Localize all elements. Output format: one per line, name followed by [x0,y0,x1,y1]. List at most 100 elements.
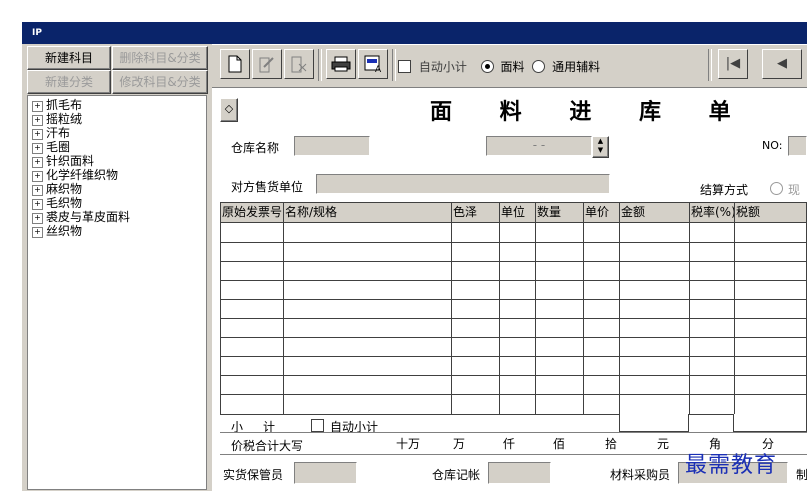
modify-subject-button[interactable]: 修改科目&分类 [112,70,208,94]
col-name-spec[interactable]: 名称/规格 [284,203,452,222]
expand-icon[interactable]: + [32,115,43,126]
tree-item[interactable]: + 裘皮与革皮面料 [32,210,130,224]
grid-header: 原始发票号 名称/规格 色泽 单位 数量 单价 金额 税率(%) 税额 [221,203,806,223]
warehouse-field[interactable] [294,136,370,156]
new-category-button[interactable]: 新建分类 [27,70,111,94]
detail-grid[interactable]: 原始发票号 名称/规格 色泽 单位 数量 单价 金额 税率(%) 税额 [220,202,807,415]
warehouse-label: 仓库名称 [231,141,280,155]
col-unit-price[interactable]: 单价 [584,203,620,222]
cash-label: 现 [788,183,801,197]
edit-document-icon[interactable] [252,49,282,79]
grid-row-line [221,318,806,319]
unit-label: 万 [453,437,466,451]
col-invoice-no[interactable]: 原始发票号 [221,203,284,222]
expand-icon[interactable]: + [32,199,43,210]
grid-row-line [221,375,806,376]
svg-text:A: A [375,65,382,73]
watermark: 最需教育 [685,453,778,478]
print-icon[interactable] [326,49,356,79]
toolbar-separator [392,49,396,81]
tree-item-label: 毛织物 [46,196,83,210]
tree-item-label: 汗布 [46,126,71,140]
col-tax-amount[interactable]: 税额 [735,203,807,222]
tree-item[interactable]: + 针织面料 [32,154,94,168]
previous-record-icon[interactable]: ◀ [762,49,802,79]
keeper-field[interactable] [294,462,357,484]
grid-row-line [221,356,806,357]
tree-item[interactable]: + 汗布 [32,126,70,140]
unit-label: 仟 [503,437,516,451]
col-amount[interactable]: 金额 [620,203,690,222]
tree-item-label: 毛圈 [46,140,71,154]
maker-label: 制 [796,468,807,482]
tree-item-label: 摇粒绒 [46,112,83,126]
unit-label: 佰 [553,437,566,451]
expand-icon[interactable]: + [32,129,43,140]
auto-subtotal-label: 自动小计 [418,60,467,74]
grid-row-line [221,394,806,395]
general-accessory-radio[interactable] [532,60,546,73]
tree-item-label: 化学纤维织物 [46,168,119,182]
supplier-label: 对方售货单位 [231,180,304,194]
expand-icon[interactable]: + [32,101,43,112]
expand-icon[interactable]: + [32,157,43,168]
grid-row-line [221,337,806,338]
settlement-label: 结算方式 [700,183,749,197]
ledger-field[interactable] [488,462,551,484]
first-record-icon[interactable]: |◀ [718,49,748,79]
form-title: 面 料 进 库 单 [430,94,741,126]
total-in-words-label: 价税合计大写 [231,439,304,453]
date-field[interactable]: - - [486,136,592,156]
tree-item[interactable]: + 抓毛布 [32,98,82,112]
grid-row-line [221,261,806,262]
options-group: 自动小计 面料 通用辅料 [398,58,600,75]
tree-item-label: 抓毛布 [46,98,83,112]
supplier-field[interactable] [316,174,610,194]
col-color[interactable]: 色泽 [452,203,500,222]
unit-label: 拾 [605,437,618,451]
category-tree[interactable]: + 抓毛布 + 摇粒绒 + 汗布 + 毛圈 + 针织面料 + 化学纤维织物 + 麻织物 + 毛织… [27,95,207,490]
tree-item-label: 麻织物 [46,182,83,196]
tree-item[interactable]: + 丝织物 [32,224,82,238]
tree-item[interactable]: + 毛织物 [32,196,82,210]
fabric-radio[interactable] [480,60,494,73]
delete-document-icon[interactable] [284,49,314,79]
tree-item-label: 丝织物 [46,224,83,238]
expand-icon[interactable]: + [32,185,43,196]
grid-row-line [221,280,806,281]
tree-item[interactable]: + 麻织物 [32,182,82,196]
grid-auto-subtotal-checkbox[interactable] [311,419,324,432]
unit-label: 元 [657,437,670,451]
new-document-icon[interactable] [220,49,250,79]
expand-icon[interactable]: + [32,227,43,238]
unit-label: 十万 [396,437,421,451]
delete-subject-button[interactable]: 删除科目&分类 [112,46,208,70]
col-tax-rate[interactable]: 税率(%) [690,203,735,222]
tree-item[interactable]: + 化学纤维织物 [32,168,118,182]
grid-row-line [221,242,806,243]
grid-row-line [221,299,806,300]
expand-icon[interactable]: + [32,213,43,224]
keeper-label: 实货保管员 [223,468,284,482]
col-unit[interactable]: 单位 [500,203,536,222]
diamond-button[interactable]: ◇ [220,98,238,122]
ledger-label: 仓库记帐 [432,468,481,482]
expand-icon[interactable]: + [32,143,43,154]
tree-item-label: 针织面料 [46,154,95,168]
print-preview-icon[interactable]: A [358,49,388,79]
no-label: NO: [762,139,783,152]
no-field[interactable] [788,136,807,156]
date-value: - - [532,138,546,152]
date-spinner[interactable]: ▲ ▼ [592,136,609,158]
divider [220,432,807,433]
tree-item[interactable]: + 摇粒绒 [32,112,82,126]
expand-icon[interactable]: + [32,171,43,182]
app-icon: IP [32,28,42,38]
toolbar: A 自动小计 面料 通用辅料 |◀ ◀ [212,45,807,88]
cash-radio[interactable] [770,182,783,195]
auto-subtotal-checkbox[interactable] [398,60,411,73]
tree-item[interactable]: + 毛圈 [32,140,70,154]
col-quantity[interactable]: 数量 [536,203,584,222]
new-subject-button[interactable]: 新建科目 [27,46,111,70]
fabric-label: 面料 [500,60,525,74]
